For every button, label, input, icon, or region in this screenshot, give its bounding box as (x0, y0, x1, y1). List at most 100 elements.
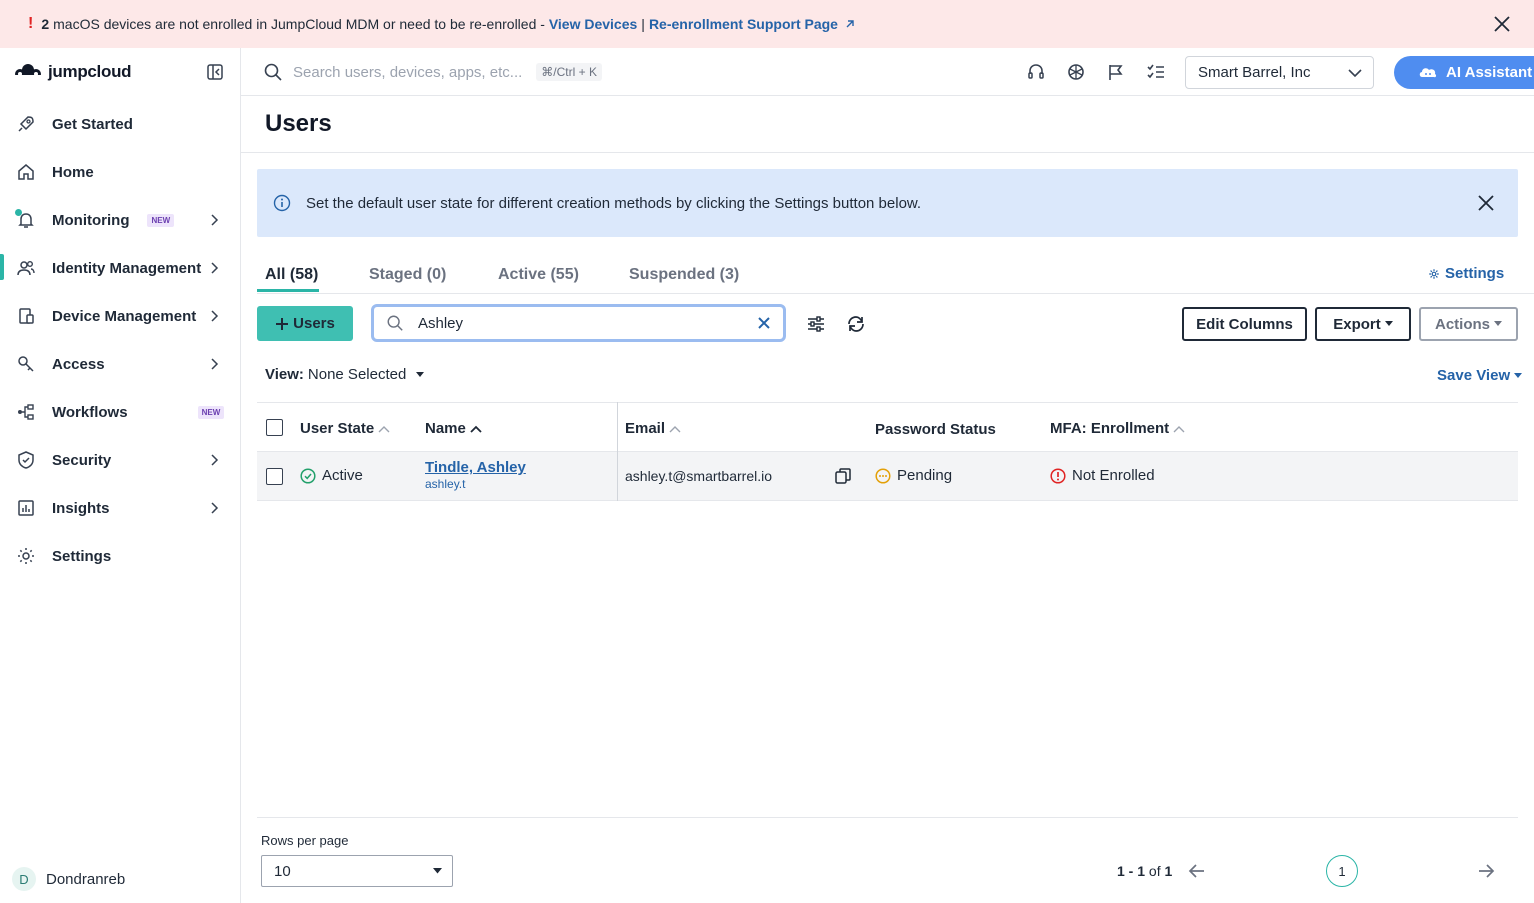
sidebar-item-workflows[interactable]: Workflows NEW (0, 388, 240, 436)
column-header-password-status: Password Status (875, 421, 996, 438)
chart-icon (18, 500, 34, 516)
refresh-icon[interactable] (846, 314, 866, 334)
view-selector[interactable]: View: None Selected (265, 366, 425, 383)
sidebar-item-get-started[interactable]: Get Started (0, 100, 240, 148)
checklist-icon[interactable] (1146, 62, 1166, 82)
edit-columns-button[interactable]: Edit Columns (1182, 307, 1307, 341)
row-checkbox[interactable] (266, 468, 283, 485)
rocket-icon (18, 116, 34, 132)
organization-select[interactable]: Smart Barrel, Inc (1185, 56, 1374, 89)
caret-down-icon (1494, 321, 1502, 326)
rows-per-page-select[interactable]: 10 (261, 855, 453, 887)
key-icon (18, 356, 34, 372)
page-range-of: of (1148, 863, 1161, 879)
user-state-cell: Active (300, 467, 363, 484)
email-value: ashley.t@smartbarrel.io (625, 468, 772, 484)
chevron-down-icon (1348, 69, 1362, 78)
current-user[interactable]: D Dondranreb (12, 867, 125, 891)
settings-link[interactable]: Settings (1428, 265, 1504, 282)
banner-separator: | (641, 16, 645, 32)
chevron-right-icon (211, 502, 219, 514)
sidebar-item-monitoring[interactable]: Monitoring NEW (0, 196, 240, 244)
actions-button[interactable]: Actions (1419, 307, 1518, 341)
chevron-right-icon (211, 262, 219, 274)
caret-down-icon (1384, 321, 1393, 326)
error-circle-icon (1050, 467, 1066, 484)
title-divider (241, 152, 1534, 153)
search-icon (264, 63, 282, 81)
filter-sliders-icon[interactable] (806, 314, 826, 334)
mdm-warning-banner: ! 2 macOS devices are not enrolled in Ju… (0, 0, 1534, 48)
tab-active[interactable]: Active (55) (498, 266, 579, 284)
rows-per-page-label: Rows per page (261, 833, 349, 848)
avatar: D (12, 867, 36, 891)
username: ashley.t (425, 477, 466, 491)
sidebar-item-security[interactable]: Security (0, 436, 240, 484)
plus-icon (276, 317, 289, 330)
column-header-label: User State (300, 420, 375, 437)
info-text: Set the default user state for different… (306, 194, 922, 212)
headset-support-icon[interactable] (1026, 62, 1046, 82)
sidebar-item-label: Identity Management (52, 259, 202, 277)
sidebar-item-settings[interactable]: Settings (0, 532, 240, 580)
column-header-user-state[interactable]: User State (300, 420, 390, 437)
reenrollment-support-link[interactable]: Re-enrollment Support Page (649, 16, 838, 32)
select-all-checkbox[interactable] (266, 419, 283, 436)
tab-staged[interactable]: Staged (0) (369, 266, 446, 284)
banner-close-icon[interactable] (1492, 14, 1512, 34)
chevron-right-icon (211, 454, 219, 466)
user-name-link[interactable]: Tindle, Ashley (425, 459, 526, 476)
sidebar-item-device-management[interactable]: Device Management (0, 292, 240, 340)
collapse-sidebar-icon[interactable] (206, 63, 226, 83)
sidebar-item-label: Access (52, 355, 105, 373)
ai-assistant-label: AI Assistant (1446, 64, 1533, 81)
close-icon[interactable] (1476, 193, 1496, 213)
sort-up-icon (669, 425, 681, 432)
save-view-button[interactable]: Save View (1437, 367, 1523, 384)
user-search-input[interactable] (418, 314, 738, 332)
sidebar-item-identity-management[interactable]: Identity Management (0, 244, 240, 292)
mfa-enrollment-cell: Not Enrolled (1050, 467, 1155, 484)
footer-divider (257, 817, 1518, 818)
arrow-left-icon[interactable] (1187, 861, 1207, 881)
page-number-button[interactable]: 1 (1326, 855, 1358, 887)
sort-up-icon (1173, 425, 1185, 432)
sidebar-item-home[interactable]: Home (0, 148, 240, 196)
column-header-email[interactable]: Email (625, 420, 681, 437)
flag-icon[interactable] (1106, 62, 1126, 82)
tab-suspended[interactable]: Suspended (3) (629, 266, 739, 284)
tab-all[interactable]: All (58) (265, 266, 318, 284)
copy-icon[interactable] (834, 467, 852, 485)
new-badge: NEW (197, 405, 225, 419)
search-shortcut: ⌘/Ctrl + K (536, 63, 602, 81)
page-range-total: 1 (1164, 863, 1173, 879)
arrow-right-icon[interactable] (1476, 861, 1496, 881)
view-devices-link[interactable]: View Devices (549, 16, 637, 32)
workflow-icon (18, 404, 34, 420)
save-view-label: Save View (1437, 367, 1511, 384)
external-link-icon (844, 18, 856, 30)
sidebar-item-label: Get Started (52, 115, 133, 133)
password-status-value: Pending (897, 467, 953, 484)
actions-label: Actions (1434, 315, 1490, 333)
sidebar-item-label: Monitoring (52, 211, 130, 229)
clear-search-icon[interactable] (757, 316, 771, 330)
password-status-cell: Pending (875, 467, 952, 484)
ai-assistant-button[interactable]: AI Assistant (1394, 56, 1534, 89)
export-button[interactable]: Export (1315, 307, 1411, 341)
global-search[interactable]: Search users, devices, apps, etc... ⌘/Ct… (263, 62, 602, 82)
jumpcloud-logo[interactable]: jumpcloud (12, 62, 132, 82)
column-header-mfa-enrollment[interactable]: MFA: Enrollment (1050, 420, 1185, 437)
global-search-placeholder: Search users, devices, apps, etc... (293, 63, 523, 81)
globe-icon[interactable] (1066, 62, 1086, 82)
add-users-button[interactable]: Users (257, 306, 353, 341)
sort-up-icon (378, 425, 390, 432)
email-cell: ashley.t@smartbarrel.io (625, 468, 772, 484)
sidebar-item-access[interactable]: Access (0, 340, 240, 388)
caret-down-icon (416, 371, 425, 377)
sidebar-item-insights[interactable]: Insights (0, 484, 240, 532)
active-tab-indicator (257, 289, 319, 292)
column-header-name[interactable]: Name (425, 420, 482, 437)
ai-robot-icon (1419, 67, 1437, 77)
table-row[interactable]: Active Tindle, Ashley ashley.t ashley.t@… (257, 452, 1518, 501)
